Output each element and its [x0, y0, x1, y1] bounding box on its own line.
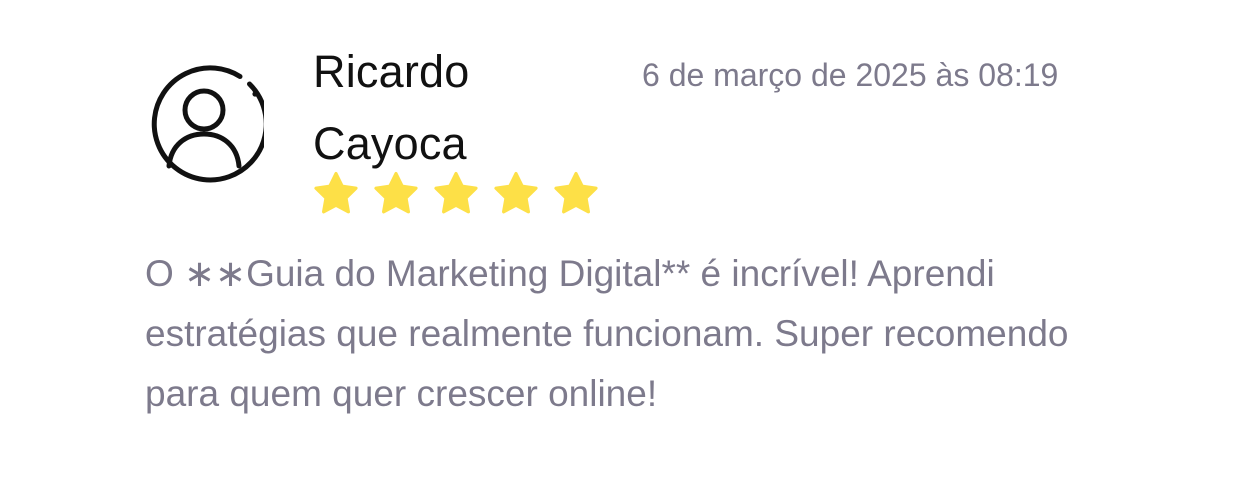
review-date: 6 de março de 2025 às 08:19: [642, 57, 1059, 93]
star-icon: [312, 170, 360, 218]
review-body-text: O ∗∗Guia do Marketing Digital** é incrív…: [145, 253, 1069, 414]
star-rating: [312, 170, 612, 220]
user-avatar-icon: [144, 63, 264, 183]
review-card: Ricardo Cayoca 6 de março de 2025 às 08:…: [0, 0, 1242, 504]
star-icon: [372, 170, 420, 218]
star-icon: [552, 170, 600, 218]
reviewer-name: Ricardo Cayoca: [313, 46, 470, 169]
star-icon: [432, 170, 480, 218]
star-icon: [492, 170, 540, 218]
